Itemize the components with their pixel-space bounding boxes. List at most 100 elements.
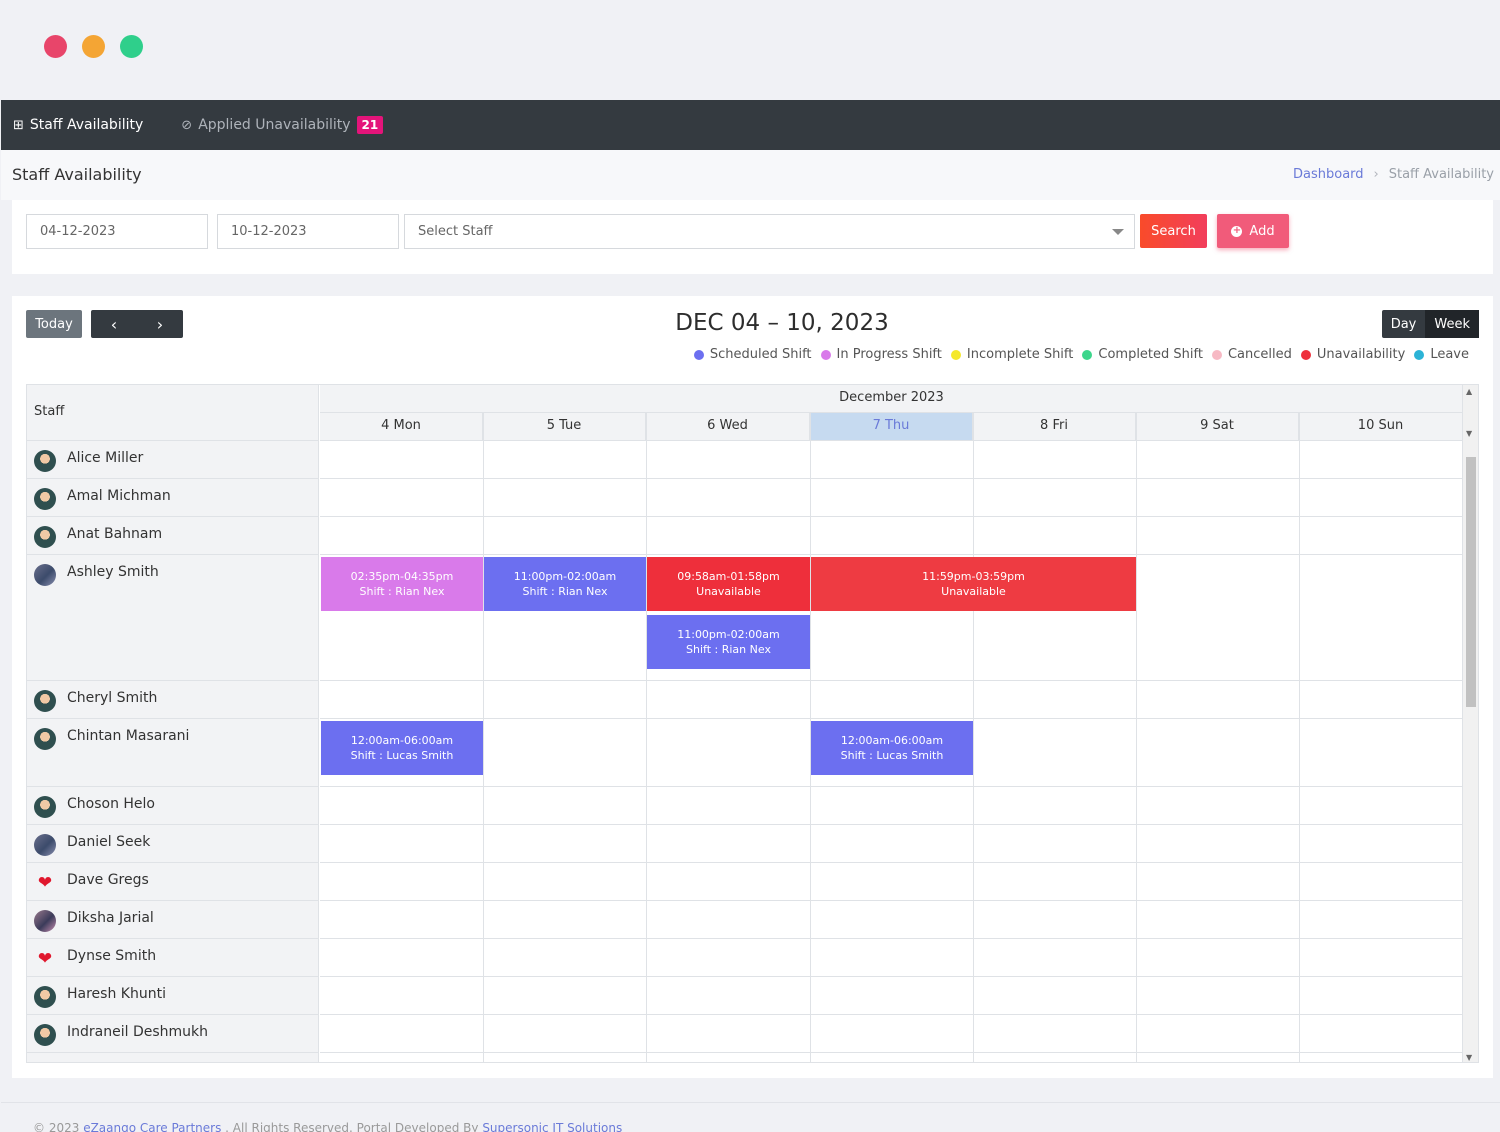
legend-label: In Progress Shift (836, 347, 942, 362)
count-badge: 21 (356, 116, 384, 134)
event-time: 09:58am-01:58pm (677, 570, 780, 583)
legend: Scheduled Shift In Progress Shift Incomple… (693, 347, 1469, 362)
staff-column-header: Staff (27, 385, 319, 441)
maximize-window-dot[interactable] (120, 35, 143, 58)
to-date-input[interactable]: 10-12-2023 (217, 214, 399, 249)
view-day-button[interactable]: Day (1382, 310, 1426, 338)
legend-label: Leave (1430, 347, 1469, 362)
staff-row-header[interactable]: Anat Bahnam (27, 517, 319, 555)
staff-row-header[interactable]: Daniel Seek (27, 825, 319, 863)
footer: © 2023 eZaango Care Partners . All Right… (1, 1102, 1500, 1132)
column-divider (646, 413, 647, 1062)
row-divider (320, 976, 1463, 977)
page-header: Staff Availability Dashboard › Staff Ava… (1, 150, 1500, 200)
timeline-grid: Staff December 2023 ▲ ▼ ▼ 4 Mon 5 Tue 6 We… (26, 384, 1479, 1063)
event-label: Shift : Rian Nex (359, 585, 445, 598)
add-button[interactable]: + Add (1217, 214, 1289, 248)
search-button[interactable]: Search (1140, 214, 1207, 248)
calendar-card: Today ‹ › DEC 04 – 10, 2023 Day Week Sch… (12, 296, 1493, 1078)
check-circle-icon: ⊘ (181, 117, 193, 133)
from-date-input[interactable]: 04-12-2023 (26, 214, 208, 249)
legend-item: Completed Shift (1082, 347, 1203, 362)
event-time: 12:00am-06:00am (350, 734, 454, 747)
staff-row-header[interactable]: Indraneil Deshmukh (27, 1015, 319, 1053)
scroll-up-icon[interactable]: ▲ (1466, 387, 1472, 396)
heart-avatar-icon: ❤ (37, 872, 53, 893)
calendar-event[interactable]: 09:58am-01:58pm Unavailable (647, 557, 810, 611)
legend-item: Cancelled (1211, 347, 1292, 362)
event-time: 11:00pm-02:00am (513, 570, 617, 583)
row-divider (320, 824, 1463, 825)
minimize-window-dot[interactable] (82, 35, 105, 58)
scroll-down-icon[interactable]: ▼ (1466, 1053, 1472, 1062)
legend-swatch (1211, 349, 1222, 360)
legend-swatch (950, 349, 961, 360)
add-button-label: Add (1249, 223, 1275, 239)
view-week-button[interactable]: Week (1425, 310, 1479, 338)
day-header: 6 Wed (646, 413, 810, 441)
window-controls (44, 35, 143, 58)
breadcrumb-dashboard-link[interactable]: Dashboard (1293, 167, 1364, 182)
row-divider (320, 478, 1463, 479)
footer-rights: . All Rights Reserved. Portal Developed … (225, 1121, 479, 1132)
staff-name: Daniel Seek (67, 834, 151, 850)
staff-name: Indraneil Deshmukh (67, 1024, 208, 1040)
staff-row-header[interactable]: Cheryl Smith (27, 681, 319, 719)
staff-row-header[interactable]: Chintan Masarani (27, 719, 319, 787)
row-divider (320, 1052, 1463, 1053)
scrollbar-thumb[interactable] (1466, 457, 1476, 707)
avatar (34, 834, 56, 856)
column-divider (1136, 413, 1137, 1062)
staff-row-header[interactable]: Alice Miller (27, 441, 319, 479)
day-header: 7 Thu (810, 413, 973, 441)
staff-row-header[interactable]: ❤ Dynse Smith (27, 939, 319, 977)
legend-item: Leave (1414, 347, 1469, 362)
event-time: 11:59pm-03:59pm (922, 570, 1025, 583)
scroll-down-icon[interactable]: ▼ (1466, 429, 1472, 438)
column-divider (973, 413, 974, 1062)
avatar (34, 564, 56, 586)
staff-name: Dynse Smith (67, 948, 157, 964)
legend-label: Completed Shift (1098, 347, 1203, 362)
legend-label: Cancelled (1227, 347, 1292, 362)
day-header: 10 Sun (1299, 413, 1463, 441)
calendar-event[interactable]: 11:59pm-03:59pm Unavailable (811, 557, 1136, 611)
filter-card: 04-12-2023 10-12-2023 Select Staff Searc… (12, 200, 1493, 274)
staff-row-header[interactable]: Haresh Khunti (27, 977, 319, 1015)
tab-staff-availability[interactable]: ⊞ Staff Availability (1, 100, 155, 150)
staff-row-header[interactable]: Amal Michman (27, 479, 319, 517)
tab-applied-unavailability[interactable]: ⊘ Applied Unavailability 21 (169, 100, 395, 150)
staff-row-header[interactable]: Diksha Jarial (27, 901, 319, 939)
staff-name: Chintan Masarani (67, 728, 190, 744)
calendar-event[interactable]: 11:00pm-02:00am Shift : Rian Nex (484, 557, 646, 611)
legend-swatch (693, 349, 704, 360)
avatar (34, 796, 56, 818)
staff-row-header[interactable]: Choson Helo (27, 787, 319, 825)
calendar-event[interactable]: 02:35pm-04:35pm Shift : Rian Nex (321, 557, 483, 611)
vertical-scrollbar[interactable]: ▲ ▼ ▼ (1462, 385, 1478, 1062)
staff-name: Dave Gregs (67, 872, 149, 888)
month-header: December 2023 (320, 385, 1463, 413)
footer-company-link[interactable]: eZaango Care Partners (83, 1121, 221, 1132)
breadcrumb-separator: › (1373, 167, 1379, 182)
calendar-event[interactable]: 12:00am-06:00am Shift : Lucas Smith (811, 721, 973, 775)
plus-circle-icon: + (1231, 225, 1243, 237)
calendar-event[interactable]: 11:00pm-02:00am Shift : Rian Nex (647, 615, 810, 669)
staff-name: Haresh Khunti (67, 986, 166, 1002)
staff-row-header[interactable]: ❤ Dave Gregs (27, 863, 319, 901)
calendar-event[interactable]: 12:00am-06:00am Shift : Lucas Smith (321, 721, 483, 775)
staff-row-header[interactable]: Ashley Smith (27, 555, 319, 681)
staff-name: Diksha Jarial (67, 910, 154, 926)
row-divider (320, 862, 1463, 863)
event-time: 11:00pm-02:00am (677, 628, 780, 641)
legend-item: In Progress Shift (820, 347, 942, 362)
staff-select[interactable]: Select Staff (404, 214, 1135, 249)
footer-developer-link[interactable]: Supersonic IT Solutions (482, 1121, 622, 1132)
staff-row-header[interactable] (27, 1053, 319, 1062)
close-window-dot[interactable] (44, 35, 67, 58)
staff-name: Ashley Smith (67, 564, 159, 580)
avatar (34, 526, 56, 548)
legend-item: Scheduled Shift (693, 347, 812, 362)
row-divider (320, 786, 1463, 787)
avatar (34, 1024, 56, 1046)
